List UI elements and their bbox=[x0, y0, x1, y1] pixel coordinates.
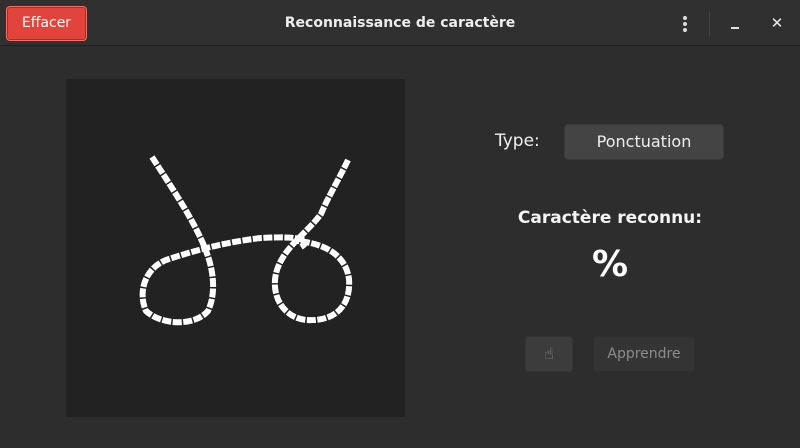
close-button[interactable]: ✕ bbox=[764, 10, 790, 36]
clear-button[interactable]: Effacer bbox=[6, 6, 87, 41]
recognized-character: % bbox=[591, 244, 629, 285]
vertical-dots-icon bbox=[683, 16, 687, 20]
minimize-button[interactable] bbox=[722, 10, 748, 36]
menu-button[interactable] bbox=[672, 10, 698, 36]
close-icon: ✕ bbox=[770, 14, 784, 32]
vertical-dots-icon bbox=[683, 22, 687, 26]
correct-button[interactable]: ☝ bbox=[525, 336, 573, 372]
vertical-dots-icon bbox=[683, 28, 687, 32]
stroke-left-loop bbox=[139, 155, 309, 326]
drawing-canvas[interactable] bbox=[66, 79, 405, 417]
hand-pointer-icon: ☝ bbox=[544, 344, 554, 363]
recognized-title: Caractère reconnu: bbox=[517, 208, 703, 228]
handwritten-stroke bbox=[139, 155, 353, 326]
app-window: Effacer Reconnaissance de caractère ✕ Ty… bbox=[0, 0, 800, 448]
type-label: Type: bbox=[495, 131, 540, 151]
header-separator bbox=[709, 12, 710, 36]
minimize-icon bbox=[731, 27, 739, 29]
header-bar: Effacer Reconnaissance de caractère ✕ bbox=[0, 0, 800, 46]
type-dropdown[interactable]: Ponctuation bbox=[564, 124, 724, 160]
learn-button[interactable]: Apprendre bbox=[593, 336, 695, 372]
